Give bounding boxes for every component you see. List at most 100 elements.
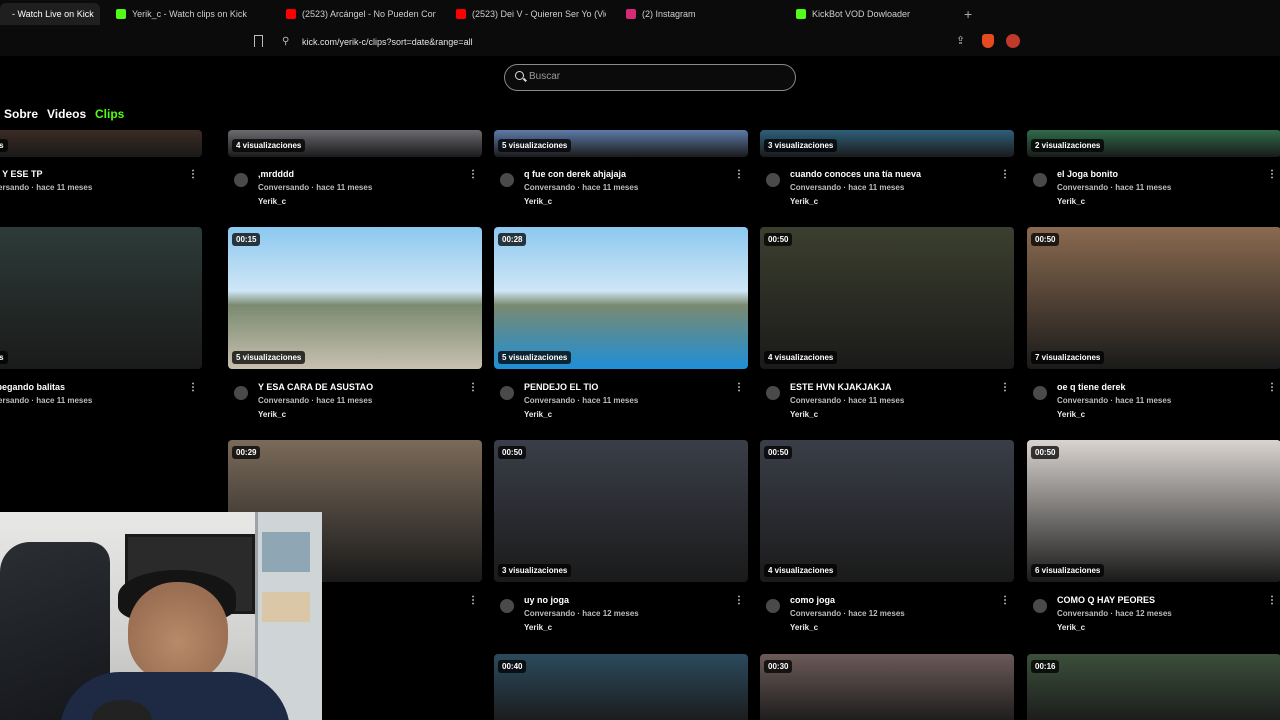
clip-username[interactable]: Yerik_c [1057,197,1085,206]
clip-meta: Conversando · hace 11 meses [258,183,373,192]
tab-sobre[interactable]: Sobre [4,107,38,121]
clip-username[interactable]: Yerik_c [258,197,286,206]
search-input[interactable] [529,71,779,82]
extension-icon[interactable] [1006,34,1020,48]
clip-thumbnail[interactable]: 4 visualizaciones [228,130,482,157]
clip-view-count: ualizaciones [0,351,8,364]
share-icon[interactable]: ⇪ [956,34,965,47]
clip-title[interactable]: cuando conoces una tía nueva [790,169,921,179]
clip-username[interactable]: Yerik_c [790,410,818,419]
tab-instagram[interactable]: (2) Instagram [626,3,776,25]
avatar[interactable] [500,173,514,187]
avatar[interactable] [234,173,248,187]
avatar[interactable] [234,386,248,400]
clip-meta: Conversando · hace 11 meses [524,183,639,192]
more-options-icon[interactable]: ⋮ [1267,382,1277,393]
clip-duration: 00:40 [498,660,527,673]
avatar[interactable] [500,386,514,400]
clip-thumbnail[interactable]: ualizaciones [0,130,202,157]
tab-kickbot[interactable]: KickBot VOD Dowloader [796,3,946,25]
avatar[interactable] [500,599,514,613]
clip-thumbnail[interactable]: 00:50 4 visualizaciones [760,440,1014,582]
clip-username[interactable]: Yerik_c [258,410,286,419]
clip-thumbnail[interactable]: ualizaciones [0,227,202,369]
clip-username[interactable]: Yerik_c [524,410,552,419]
clip-thumbnail[interactable]: 00:28 5 visualizaciones [494,227,748,369]
browser-toolbar: ⚲ kick.com/yerik-c/clips?sort=date&range… [0,28,1280,56]
clip-duration: 00:50 [764,446,793,459]
kick-favicon-icon [796,9,806,19]
clip-thumbnail[interactable]: 00:30 [760,654,1014,720]
avatar[interactable] [766,386,780,400]
clip-thumbnail[interactable]: 00:40 [494,654,748,720]
clip-username[interactable]: Yerik_c [790,197,818,206]
clip-username[interactable]: Yerik_c [1057,623,1085,632]
clip-duration: 00:16 [1031,660,1060,673]
clip-title[interactable]: el Joga bonito [1057,169,1118,179]
more-options-icon[interactable]: ⋮ [1000,382,1010,393]
clip-thumbnail[interactable]: 00:50 4 visualizaciones [760,227,1014,369]
clip-meta: Conversando · hace 11 meses [524,396,639,405]
clip-title[interactable]: oga pegando balitas [0,382,65,392]
bookmark-icon[interactable] [254,35,263,47]
clip-title[interactable]: q fue con derek ahjajaja [524,169,626,179]
clip-title[interactable]: PENDEJO EL TIO [524,382,598,392]
clip-view-count: 3 visualizaciones [764,139,838,152]
clip-thumbnail[interactable]: 00:15 5 visualizaciones [228,227,482,369]
avatar[interactable] [1033,599,1047,613]
clip-view-count: 5 visualizaciones [498,351,572,364]
clip-view-count: 6 visualizaciones [1031,564,1105,577]
clip-title[interactable]: oe q tiene derek [1057,382,1126,392]
clip-thumbnail[interactable]: 00:50 6 visualizaciones [1027,440,1280,582]
more-options-icon[interactable]: ⋮ [468,169,478,180]
clip-title[interactable]: ESTE HVN KJAKJAKJA [790,382,892,392]
tab-youtube-dei-v[interactable]: (2523) Dei V - Quieren Ser Yo (Video [456,3,606,25]
clip-duration: 00:30 [764,660,793,673]
new-tab-button[interactable]: + [964,6,972,22]
more-options-icon[interactable]: ⋮ [1267,595,1277,606]
clip-thumbnail[interactable]: 3 visualizaciones [760,130,1014,157]
clip-title[interactable]: ,mrdddd [258,169,294,179]
more-options-icon[interactable]: ⋮ [468,382,478,393]
clip-username[interactable]: Yerik_c [524,197,552,206]
clip-thumbnail[interactable]: 5 visualizaciones [494,130,748,157]
clip-username[interactable]: Yerik_c [1057,410,1085,419]
clip-title[interactable]: COMO Q HAY PEORES [1057,595,1155,605]
webcam-shelf-item [262,592,310,622]
clip-meta: Conversando · hace 12 meses [790,609,905,618]
more-options-icon[interactable]: ⋮ [188,169,198,180]
clip-username[interactable]: Yerik_c [790,623,818,632]
clip-thumbnail[interactable]: 00:50 7 visualizaciones [1027,227,1280,369]
more-options-icon[interactable]: ⋮ [734,382,744,393]
more-options-icon[interactable]: ⋮ [1000,169,1010,180]
tab-yerik-clips[interactable]: Yerik_c - Watch clips on Kick [116,3,276,25]
clip-thumbnail[interactable]: 2 visualizaciones [1027,130,1280,157]
clip-title[interactable]: como joga [790,595,835,605]
brave-shield-icon[interactable] [982,34,994,48]
tab-youtube-arcangel[interactable]: (2523) Arcángel - No Pueden Con El [286,3,436,25]
avatar[interactable] [766,599,780,613]
avatar[interactable] [1033,386,1047,400]
avatar[interactable] [766,173,780,187]
browser-tab-strip: - Watch Live on Kick ✕ Yerik_c - Watch c… [0,0,1280,28]
tab-clips[interactable]: Clips [95,107,124,121]
search-box[interactable] [504,64,796,91]
more-options-icon[interactable]: ⋮ [734,169,744,180]
clip-title[interactable]: uy no joga [524,595,569,605]
clip-thumbnail[interactable]: 00:50 3 visualizaciones [494,440,748,582]
tab-kick-live[interactable]: - Watch Live on Kick ✕ [0,3,100,25]
more-options-icon[interactable]: ⋮ [1000,595,1010,606]
more-options-icon[interactable]: ⋮ [1267,169,1277,180]
clip-thumbnail[interactable]: 00:16 [1027,654,1280,720]
more-options-icon[interactable]: ⋮ [734,595,744,606]
clip-title[interactable]: Y ESA CARA DE ASUSTAO [258,382,373,392]
tab-videos[interactable]: Videos [47,107,86,121]
avatar[interactable] [1033,173,1047,187]
clip-title[interactable]: Y NO Y ESE TP [0,169,43,179]
clip-username[interactable]: Yerik_c [524,623,552,632]
address-bar[interactable]: kick.com/yerik-c/clips?sort=date&range=a… [302,37,473,47]
more-options-icon[interactable]: ⋮ [468,595,478,606]
clip-meta: Conversando · hace 11 meses [790,396,905,405]
more-options-icon[interactable]: ⋮ [188,382,198,393]
site-settings-icon[interactable]: ⚲ [282,36,289,47]
